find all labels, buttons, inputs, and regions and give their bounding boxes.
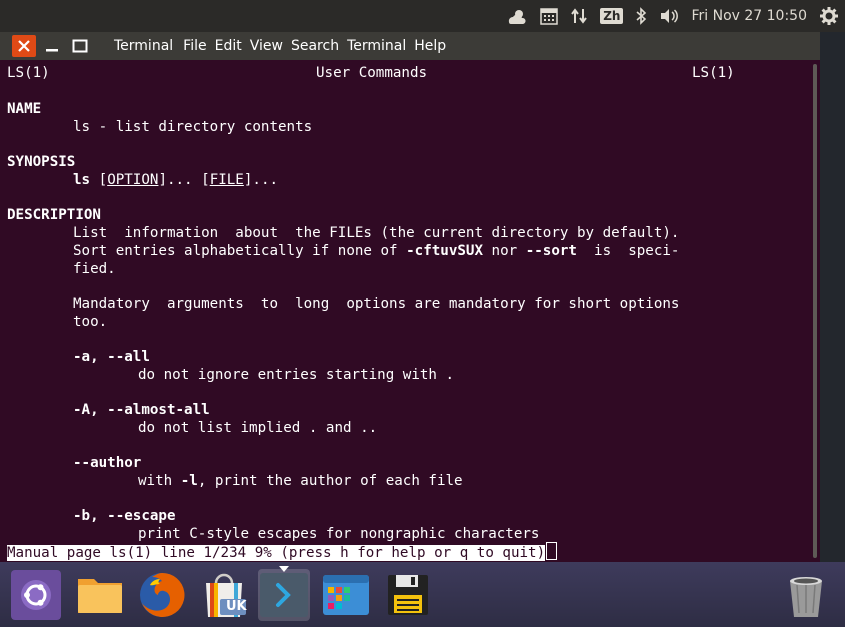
option-almost-all-description: do not list implied . and .. — [138, 420, 378, 436]
section-synopsis-heading: SYNOPSIS — [7, 154, 76, 170]
terminal-scrollbar[interactable] — [810, 60, 820, 562]
desktop-edge — [820, 32, 845, 562]
menu-search[interactable]: Search — [291, 38, 339, 54]
scrollbar-thumb[interactable] — [813, 64, 817, 558]
header-center: User Commands — [316, 65, 428, 81]
bluetooth-icon[interactable] — [635, 0, 647, 32]
description-text: Sort entries alphabetically if none of — [73, 243, 407, 259]
system-tray: Zh Fri Nov 27 10:50 — [500, 0, 845, 32]
trash-button[interactable] — [780, 569, 832, 621]
close-icon — [18, 40, 30, 52]
header-right: LS(1) — [692, 65, 735, 81]
floppy-disk-icon — [388, 575, 428, 615]
description-line-3: fied. — [73, 261, 116, 277]
terminal-content[interactable]: LS(1) User Commands LS(1) NAME ls - list… — [0, 60, 810, 562]
launcher-dock: UK — [0, 562, 845, 627]
calendar-icon[interactable] — [540, 0, 558, 32]
menu-file[interactable]: File — [183, 38, 206, 54]
section-description-heading: DESCRIPTION — [7, 207, 101, 223]
synopsis-command: ls — [73, 172, 91, 188]
weather-icon[interactable] — [506, 0, 528, 32]
option-flags: -cftuvSUX — [406, 243, 483, 259]
volume-icon[interactable] — [659, 0, 679, 32]
terminal-cursor — [546, 542, 558, 560]
trash-icon — [790, 577, 822, 617]
top-panel: Zh Fri Nov 27 10:50 — [0, 0, 845, 32]
description-line-2: Sort entries alphabetically if none of -… — [73, 242, 679, 260]
active-indicator-icon — [279, 566, 289, 572]
menu-edit[interactable]: Edit — [215, 38, 242, 54]
close-button[interactable] — [12, 35, 36, 57]
gear-icon[interactable] — [819, 0, 839, 32]
description-text: with — [138, 473, 181, 489]
ubuntu-software-button[interactable]: UK — [198, 569, 250, 621]
app-grid-icon — [323, 575, 369, 615]
synopsis-file: FILE — [209, 172, 244, 188]
option-all-description: do not ignore entries starting with . — [138, 367, 455, 383]
window-controls — [12, 35, 96, 57]
option-author-description: with -l, print the author of each file — [138, 472, 463, 490]
app-grid-button[interactable] — [320, 569, 372, 621]
description-line-5: too. — [73, 314, 108, 330]
name-text: ls - list directory contents — [73, 119, 313, 135]
firefox-icon — [140, 572, 185, 617]
description-text: nor — [483, 243, 526, 259]
input-method-label: Zh — [600, 8, 624, 24]
option-almost-all: -A, --almost-all — [73, 402, 210, 418]
option-escape-description: print C-style escapes for nongraphic cha… — [138, 526, 540, 542]
pager-status-text: Manual page ls(1) line 1/234 9% (press h… — [7, 545, 546, 561]
option-all: -a, --all — [73, 349, 150, 365]
software-badge: UK — [226, 599, 247, 614]
synopsis-option: OPTION — [107, 172, 159, 188]
window-menubar: Terminal File Edit View Search Terminal … — [0, 32, 820, 60]
save-app-button[interactable] — [382, 569, 434, 621]
menu-view[interactable]: View — [250, 38, 283, 54]
terminal-window: Terminal File Edit View Search Terminal … — [0, 32, 820, 562]
man-header: LS(1) — [7, 64, 50, 82]
ubuntu-logo-icon — [11, 570, 61, 620]
maximize-icon — [72, 39, 88, 53]
option-author: --author — [73, 455, 142, 471]
folder-icon — [78, 579, 122, 613]
minimize-button[interactable] — [40, 35, 64, 57]
clock[interactable]: Fri Nov 27 10:50 — [691, 0, 807, 32]
files-button[interactable] — [74, 569, 126, 621]
option-escape: -b, --escape — [73, 508, 176, 524]
header-left: LS(1) — [7, 65, 50, 81]
pager-status-line: Manual page ls(1) line 1/234 9% (press h… — [7, 542, 558, 562]
menu-help[interactable]: Help — [414, 38, 446, 54]
synopsis-line: ls [OPTION]... [FILE]... — [73, 172, 279, 188]
firefox-button[interactable] — [136, 569, 188, 621]
description-line-4: Mandatory arguments to long options are … — [73, 296, 680, 312]
menu-terminal[interactable]: Terminal — [347, 38, 406, 54]
terminal-icon — [260, 573, 308, 617]
input-method-indicator[interactable]: Zh — [600, 0, 624, 32]
section-name-heading: NAME — [7, 101, 42, 117]
description-text: is speci‐ — [576, 243, 680, 259]
maximize-button[interactable] — [68, 35, 92, 57]
terminal-button[interactable] — [258, 566, 310, 621]
option-sort: --sort — [525, 243, 577, 259]
description-line-1: List information about the FILEs (the cu… — [73, 225, 680, 241]
minimize-icon — [46, 49, 58, 52]
network-icon[interactable] — [570, 0, 588, 32]
description-text: , print the author of each file — [197, 473, 463, 489]
option-l: -l — [180, 473, 198, 489]
ubuntu-dash-button[interactable] — [10, 569, 62, 621]
app-name-menu[interactable]: Terminal — [114, 38, 173, 54]
